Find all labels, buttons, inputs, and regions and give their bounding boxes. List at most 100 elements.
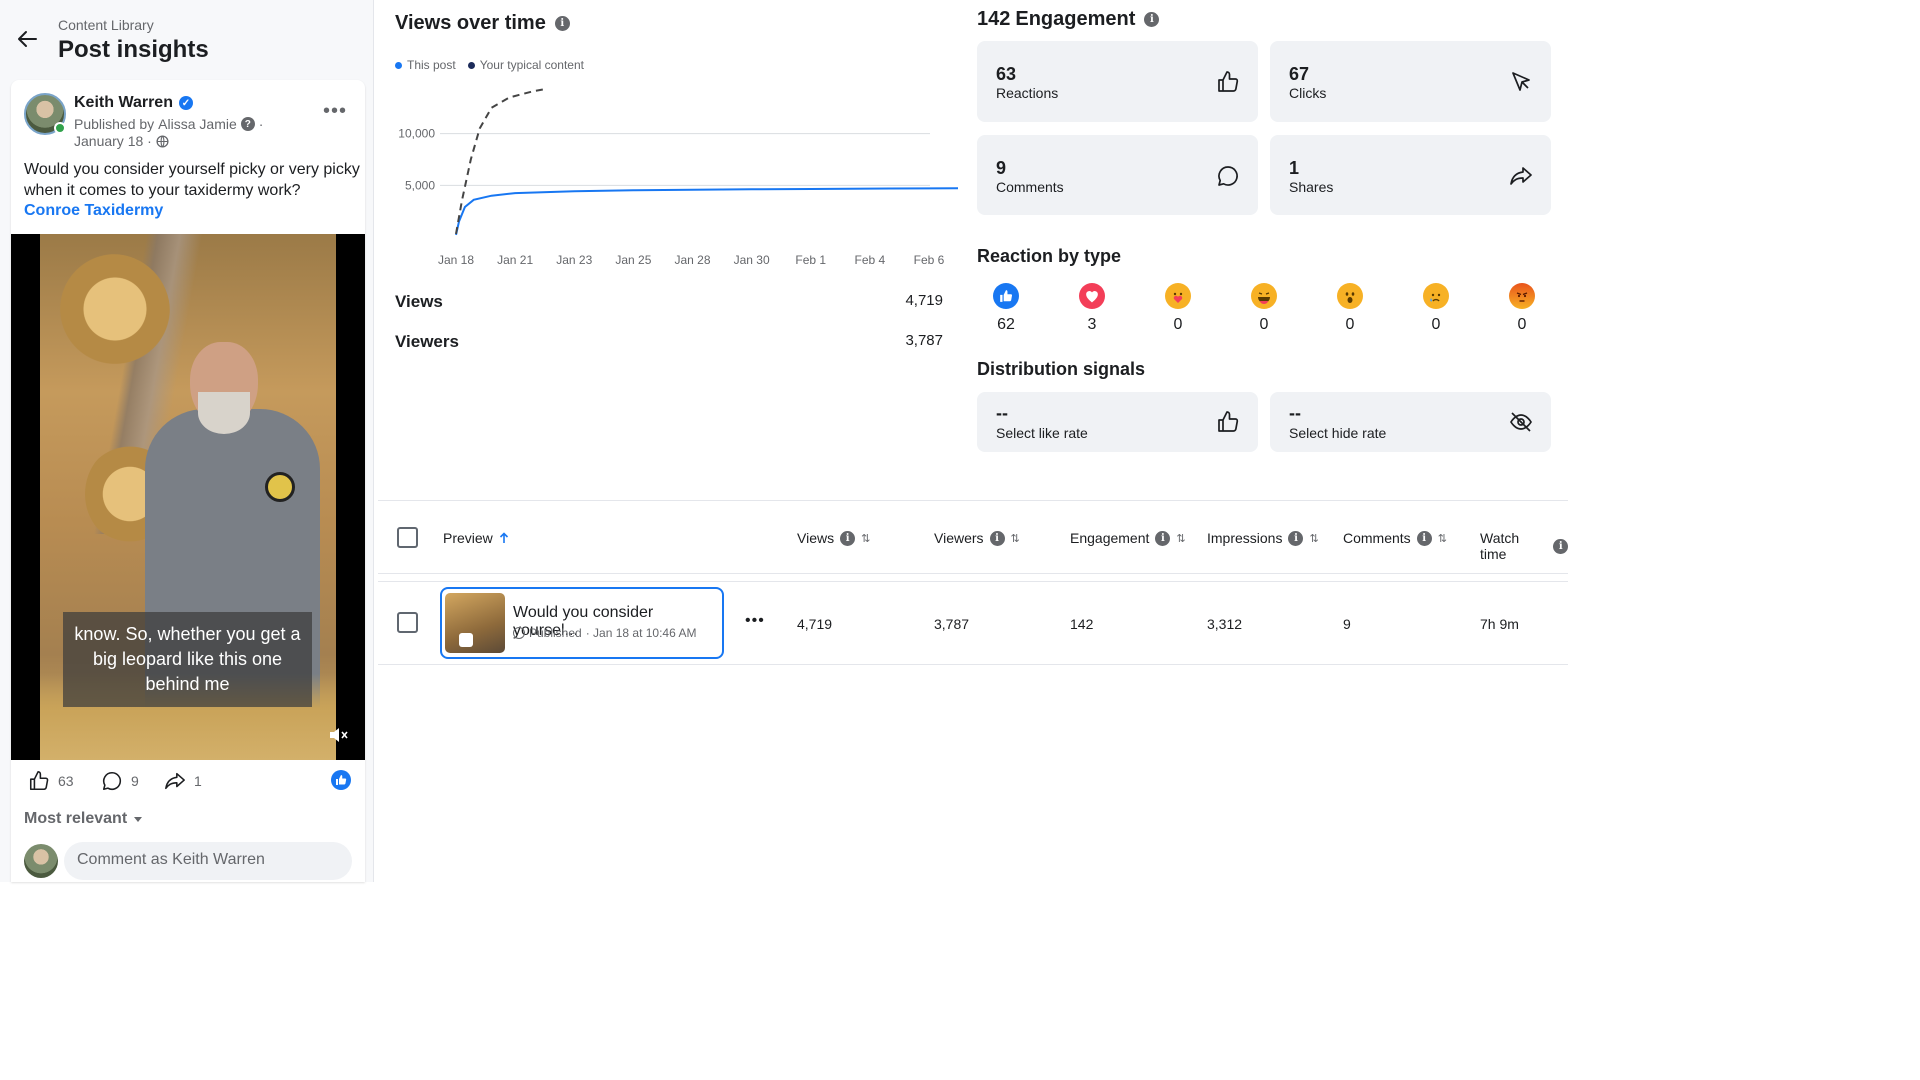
column-header-impressions[interactable]: Impressions i ⇅ [1207, 530, 1319, 546]
y-tick-label: 5,000 [405, 178, 435, 192]
legend-label-typical-content: Your typical content [479, 58, 584, 72]
publish-status: Published [529, 626, 582, 640]
author-name[interactable]: Keith Warren ✓ [74, 94, 193, 112]
question-icon[interactable]: ? [240, 117, 255, 131]
comments-count: 9 [131, 773, 139, 789]
legend-item-this-post: This post [395, 58, 456, 72]
commenter-avatar[interactable] [24, 844, 58, 878]
like-reaction-icon [993, 283, 1019, 309]
row-options-button[interactable]: ••• [745, 612, 765, 630]
reactions-tile[interactable]: 63 Reactions [977, 41, 1258, 122]
column-header-viewers[interactable]: Viewers i ⇅ [934, 530, 1020, 546]
column-header-label: Comments [1343, 530, 1411, 546]
info-icon[interactable]: i [1416, 530, 1432, 546]
sort-icon[interactable]: ⇅ [861, 532, 870, 545]
post-page-link[interactable]: Conroe Taxidermy [24, 202, 163, 220]
reaction-count: 0 [1173, 316, 1183, 333]
x-tick-label: Feb 1 [795, 253, 826, 267]
tile-value: 67 [1289, 64, 1310, 84]
table-row: Would you consider yoursel... Published … [378, 581, 1568, 665]
column-header-comments[interactable]: Comments i ⇅ [1343, 530, 1447, 546]
column-header-engagement[interactable]: Engagement i ⇅ [1070, 530, 1186, 546]
tile-label: Comments [996, 179, 1064, 195]
publisher-name[interactable]: Alissa Jamie [158, 116, 237, 132]
x-tick-label: Feb 6 [914, 253, 945, 267]
sort-icon[interactable]: ⇅ [1309, 532, 1318, 545]
tile-value: -- [996, 403, 1008, 423]
reaction-wow: 0 [1330, 283, 1370, 334]
reaction-angry: 0 [1502, 283, 1542, 334]
cell-views: 4,719 [797, 616, 833, 632]
thumbs-up-icon [1218, 71, 1239, 92]
sort-icon[interactable]: ⇅ [1011, 532, 1020, 545]
info-icon[interactable]: i [1155, 530, 1171, 546]
cell-engagement: 142 [1070, 616, 1094, 632]
info-icon[interactable]: i [989, 530, 1005, 546]
reaction-count: 0 [1259, 316, 1269, 333]
x-tick-label: Jan 25 [615, 253, 651, 267]
like-action[interactable]: 63 [28, 770, 74, 792]
shares-tile[interactable]: 1 Shares [1270, 135, 1551, 215]
comment-sort-label: Most relevant [24, 810, 128, 827]
post-preview-panel: Content Library Post insights Keith Warr… [0, 0, 374, 882]
share-icon [1510, 167, 1532, 185]
clicks-tile[interactable]: 67 Clicks [1270, 41, 1551, 122]
post-thumbnail [445, 593, 505, 653]
breadcrumb[interactable]: Content Library [58, 17, 154, 33]
post-date-text[interactable]: January 18 · [74, 133, 152, 149]
video-player[interactable]: know. So, whether you get a big leopard … [11, 234, 365, 760]
mute-icon[interactable] [327, 724, 349, 746]
thumbs-up-icon [29, 771, 49, 791]
back-button[interactable] [14, 26, 40, 52]
post-options-button[interactable]: ••• [323, 100, 347, 123]
tile-value: 1 [1289, 158, 1300, 178]
column-header-watch-time[interactable]: Watch time i [1480, 530, 1568, 562]
shares-count: 1 [194, 773, 202, 789]
comment-input[interactable]: Comment as Keith Warren [64, 842, 352, 880]
hide-rate-tile[interactable]: -- Select hide rate [1270, 392, 1551, 452]
published-by-prefix: Published by [74, 116, 155, 132]
surprised-face-icon [1345, 292, 1355, 303]
views-chart-header: Views over time i [395, 12, 570, 35]
comment-sort-dropdown[interactable]: Most relevant [24, 810, 143, 828]
sort-icon[interactable]: ⇅ [1176, 532, 1185, 545]
comments-tile[interactable]: 9 Comments [977, 135, 1258, 215]
select-all-checkbox[interactable] [397, 527, 418, 548]
legend-label-this-post: This post [407, 58, 456, 72]
column-header-label: Engagement [1070, 530, 1150, 546]
published-by-separator: · [258, 116, 264, 132]
row-checkbox[interactable] [397, 612, 418, 633]
table-header: Preview Views i ⇅ Viewers i ⇅ Engagement i… [378, 500, 1568, 574]
column-header-preview[interactable]: Preview [443, 530, 509, 546]
tile-value: 63 [996, 64, 1017, 84]
info-icon[interactable]: i [1553, 538, 1568, 554]
haha-reaction-icon [1251, 283, 1277, 309]
cell-viewers: 3,787 [934, 616, 970, 632]
sort-icon[interactable]: ⇅ [1438, 532, 1447, 545]
cell-watch-time: 7h 9m [1480, 616, 1519, 632]
legend-dot-this-post [395, 62, 402, 70]
info-icon[interactable]: i [1288, 530, 1304, 546]
info-icon[interactable]: i [1144, 12, 1160, 27]
cell-impressions: 3,312 [1207, 616, 1243, 632]
reaction-count: 0 [1517, 316, 1527, 333]
engagement-title-text: Engagement [1015, 8, 1136, 30]
column-header-views[interactable]: Views i ⇅ [797, 530, 870, 546]
info-icon[interactable]: i [554, 16, 570, 31]
x-tick-label: Jan 28 [674, 253, 710, 267]
engagement-total: 142 [977, 8, 1011, 30]
comment-action[interactable]: 9 [101, 770, 139, 792]
like-reaction-badge[interactable] [331, 770, 351, 790]
post-preview-cell[interactable]: Would you consider yoursel... Published … [440, 587, 724, 659]
legend-dot-typical-content [467, 62, 475, 70]
heart-icon [1086, 290, 1098, 302]
publish-time: · Jan 18 at 10:46 AM [585, 626, 697, 640]
post-metrics-table: Preview Views i ⇅ Viewers i ⇅ Engagement i… [378, 500, 1568, 666]
x-tick-label: Jan 21 [497, 253, 533, 267]
arrow-left-icon [18, 31, 37, 47]
like-rate-tile[interactable]: -- Select like rate [977, 392, 1258, 452]
post-card: Keith Warren ✓ Published by Alissa Jamie… [11, 80, 365, 882]
info-icon[interactable]: i [840, 530, 856, 546]
column-header-label: Preview [443, 530, 493, 546]
share-action[interactable]: 1 [164, 770, 202, 792]
